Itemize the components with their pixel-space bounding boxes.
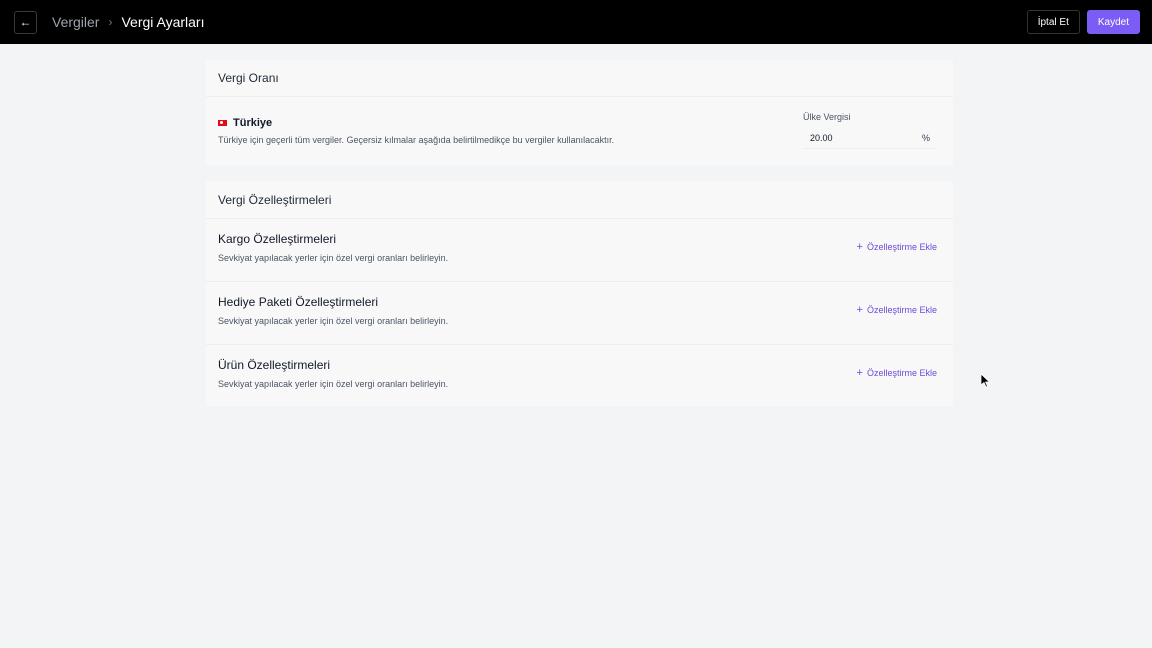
country-name: Türkiye: [233, 117, 273, 129]
override-description: Sevkiyat yapılacak yerler için özel verg…: [218, 379, 449, 389]
add-override-label: Özelleştirme Ekle: [866, 242, 937, 252]
breadcrumb-parent-link[interactable]: Vergiler: [52, 14, 99, 30]
country-description: Türkiye için geçerli tüm vergiler. Geçer…: [218, 135, 615, 145]
plus-icon: +: [856, 367, 863, 379]
percent-unit: %: [921, 132, 930, 143]
country-tax-value: 20.00: [810, 132, 833, 143]
override-description: Sevkiyat yapılacak yerler için özel verg…: [218, 316, 449, 326]
country-tax-input[interactable]: 20.00 %: [803, 127, 937, 149]
override-row-shipping: Kargo Özelleştirmeleri Sevkiyat yapılaca…: [206, 218, 953, 281]
chevron-right-icon: ›: [108, 15, 113, 29]
tax-overrides-title: Vergi Özelleştirmeleri: [218, 193, 332, 207]
override-description: Sevkiyat yapılacak yerler için özel verg…: [218, 253, 449, 263]
tax-rate-title: Vergi Oranı: [218, 71, 279, 85]
add-override-label: Özelleştirme Ekle: [866, 368, 937, 378]
back-button[interactable]: ←: [14, 10, 37, 34]
add-override-label: Özelleştirme Ekle: [866, 305, 937, 315]
top-bar: ← Vergiler › Vergi Ayarları İptal Et Kay…: [0, 0, 1152, 44]
plus-icon: +: [856, 241, 863, 253]
tax-overrides-card: Vergi Özelleştirmeleri Kargo Özelleştirm…: [206, 181, 953, 406]
add-override-button[interactable]: + Özelleştirme Ekle: [857, 367, 937, 379]
override-title: Hediye Paketi Özelleştirmeleri: [218, 295, 379, 309]
override-title: Ürün Özelleştirmeleri: [218, 358, 331, 372]
add-override-button[interactable]: + Özelleştirme Ekle: [857, 304, 937, 316]
cancel-button[interactable]: İptal Et: [1026, 10, 1080, 34]
country-tax-label: Ülke Vergisi: [803, 112, 851, 122]
override-title: Kargo Özelleştirmeleri: [218, 232, 337, 246]
tax-rate-card: Vergi Oranı Türkiye Türkiye için geçerli…: [206, 60, 953, 165]
arrow-left-icon: ←: [19, 15, 32, 29]
page-title: Vergi Ayarları: [121, 14, 205, 30]
override-row-product: Ürün Özelleştirmeleri Sevkiyat yapılacak…: [206, 344, 953, 407]
override-row-gift-wrap: Hediye Paketi Özelleştirmeleri Sevkiyat …: [206, 281, 953, 344]
add-override-button[interactable]: + Özelleştirme Ekle: [857, 241, 937, 253]
save-button[interactable]: Kaydet: [1086, 10, 1140, 34]
plus-icon: +: [856, 304, 863, 316]
flag-tr-icon: [218, 120, 227, 126]
country-label: Türkiye: [218, 117, 272, 129]
breadcrumb: Vergiler › Vergi Ayarları: [52, 14, 204, 30]
divider: [206, 96, 953, 97]
header-actions: İptal Et Kaydet: [1026, 10, 1140, 34]
